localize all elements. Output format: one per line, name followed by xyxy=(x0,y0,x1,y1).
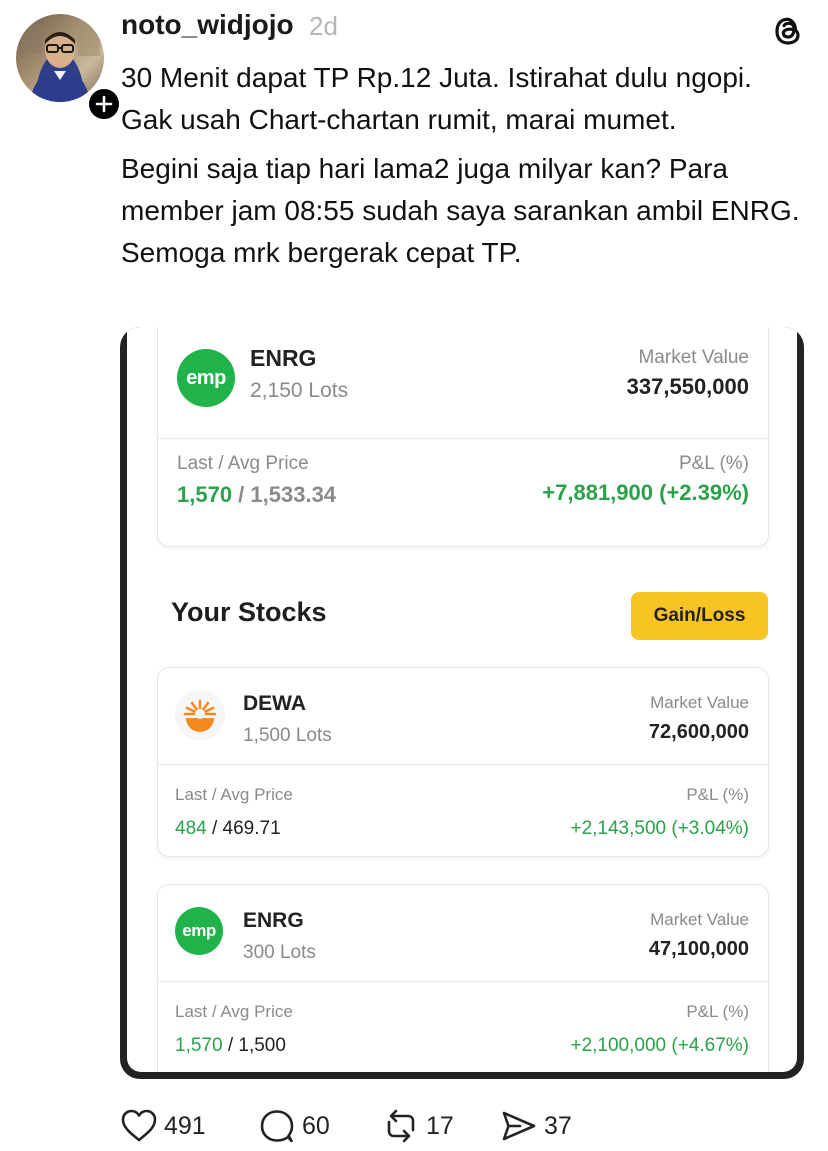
pl-label: P&L (%) xyxy=(686,785,749,804)
avatar[interactable] xyxy=(16,14,104,102)
card-divider xyxy=(158,438,768,439)
holding-summary-card: emp ENRG 2,150 Lots Market Value 337,550… xyxy=(157,327,769,547)
pl-value: +2,143,500 (+3.04%) xyxy=(570,818,749,839)
attached-image[interactable]: emp ENRG 2,150 Lots Market Value 337,550… xyxy=(120,327,804,1079)
card-divider xyxy=(158,764,768,765)
price-values: 484 / 469.71 xyxy=(175,818,281,840)
like-count: 491 xyxy=(164,1111,206,1140)
market-value: 337,550,000 xyxy=(626,374,749,399)
ticker-label: ENRG xyxy=(250,345,317,371)
stock-card-dewa[interactable]: DEWA 1,500 Lots Market Value 72,600,000 … xyxy=(157,667,769,857)
market-value-label: Market Value xyxy=(638,347,749,368)
post-paragraph: Begini saja tiap hari lama2 juga milyar … xyxy=(121,153,800,268)
avg-price: 1,533.34 xyxy=(250,482,337,507)
heart-icon xyxy=(121,1109,157,1142)
repost-icon xyxy=(387,1109,415,1143)
like-button[interactable]: 491 xyxy=(120,1106,206,1146)
pl-value: +7,881,900 (+2.39%) xyxy=(542,480,749,505)
price-values: 1,570 / 1,500 xyxy=(175,1035,286,1057)
threads-logo-icon[interactable] xyxy=(768,11,808,51)
pl-label: P&L (%) xyxy=(686,1002,749,1021)
comment-button[interactable]: 60 xyxy=(258,1106,330,1146)
emp-logo: emp xyxy=(177,349,235,407)
market-value: 47,100,000 xyxy=(648,938,749,960)
pl-value: +2,100,000 (+4.67%) xyxy=(570,1035,749,1056)
post-age: 2d xyxy=(309,11,338,41)
sunrise-icon xyxy=(183,699,217,732)
share-count: 37 xyxy=(544,1111,572,1140)
market-value-label: Market Value xyxy=(650,693,749,712)
repost-count: 17 xyxy=(426,1111,454,1140)
price-label: Last / Avg Price xyxy=(177,453,309,474)
last-price: 1,570 xyxy=(177,482,233,507)
post-body: 30 Menit dapat TP Rp.12 Juta. Istirahat … xyxy=(121,57,811,274)
author-avatar-container[interactable] xyxy=(16,14,122,122)
dewa-logo xyxy=(175,690,225,740)
comment-icon xyxy=(260,1110,294,1143)
price-separator: / xyxy=(232,482,251,507)
price-label: Last / Avg Price xyxy=(175,1002,293,1021)
share-button[interactable]: 37 xyxy=(500,1106,572,1146)
plus-icon xyxy=(95,95,113,113)
lots-label: 1,500 Lots xyxy=(243,725,332,746)
ticker-label: DEWA xyxy=(243,692,306,715)
price-separator: / xyxy=(222,1035,239,1056)
stock-card-enrg[interactable]: emp ENRG 300 Lots Market Value 47,100,00… xyxy=(157,884,769,1072)
avg-price: 1,500 xyxy=(238,1035,286,1056)
price-values: 1,570 / 1,533.34 xyxy=(177,482,336,508)
card-divider xyxy=(158,981,768,982)
your-stocks-heading: Your Stocks xyxy=(171,597,327,627)
last-price: 484 xyxy=(175,818,207,839)
price-separator: / xyxy=(206,818,223,839)
last-price: 1,570 xyxy=(175,1035,223,1056)
lots-label: 300 Lots xyxy=(243,942,316,963)
post-paragraph: 30 Menit dapat TP Rp.12 Juta. Istirahat … xyxy=(121,62,752,135)
share-icon xyxy=(502,1111,536,1141)
market-value: 72,600,000 xyxy=(648,721,749,743)
ticker-label: ENRG xyxy=(243,909,304,932)
emp-logo: emp xyxy=(175,907,223,955)
portfolio-screen: emp ENRG 2,150 Lots Market Value 337,550… xyxy=(127,327,797,1072)
market-value-label: Market Value xyxy=(650,910,749,929)
gain-loss-button[interactable]: Gain/Loss xyxy=(631,592,768,640)
pl-label: P&L (%) xyxy=(678,453,749,474)
avg-price: 469.71 xyxy=(222,818,281,839)
comment-count: 60 xyxy=(302,1111,330,1140)
repost-button[interactable]: 17 xyxy=(382,1106,454,1146)
follow-button[interactable] xyxy=(86,86,122,122)
price-label: Last / Avg Price xyxy=(175,785,293,804)
author-username[interactable]: noto_widjojo xyxy=(121,9,294,41)
lots-label: 2,150 Lots xyxy=(250,379,349,402)
